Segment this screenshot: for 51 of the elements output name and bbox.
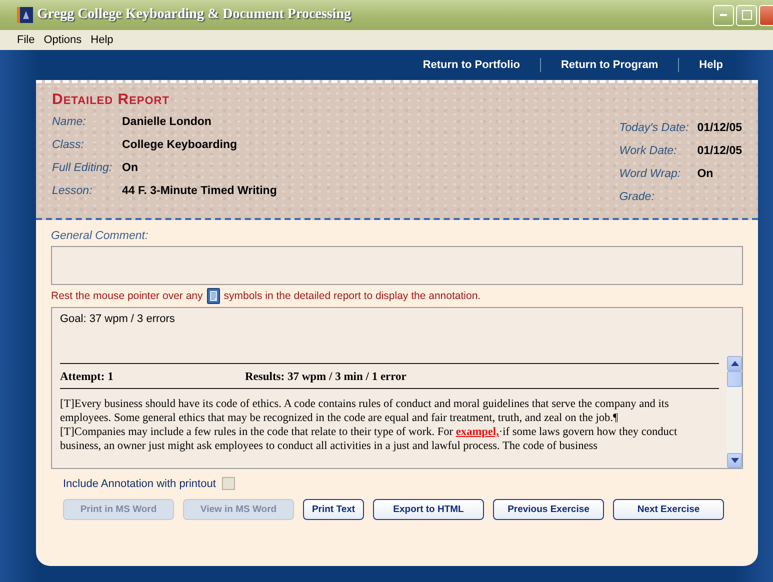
nav-link[interactable]: Return to Program — [540, 59, 678, 71]
goal-text: Goal: 37 wpm / 3 errors — [60, 313, 176, 327]
field-value: College Keyboarding — [122, 139, 238, 151]
action-button[interactable]: Previous Exercise — [493, 499, 604, 520]
maximize-icon — [742, 10, 752, 20]
scroll-up-button[interactable] — [727, 356, 742, 371]
action-button[interactable]: Print Text — [303, 499, 364, 520]
field-value: Danielle London — [122, 116, 212, 128]
field-label: Lesson: — [52, 185, 94, 197]
scroll-thumb[interactable] — [727, 371, 742, 387]
attempt-text: Attempt: 1 — [60, 371, 114, 383]
checkbox-label: Include Annotation with printout — [63, 478, 216, 490]
field-value: On — [122, 162, 138, 174]
hint-text: symbols in the detailed report to display the annotation. — [224, 290, 481, 302]
field-value: On — [697, 168, 714, 180]
hint-text: Rest the mouse pointer over any — [51, 290, 203, 302]
field-value: 01/12/05 — [697, 122, 742, 134]
scrollbar[interactable] — [727, 356, 742, 468]
down-arrow-icon — [730, 458, 738, 463]
action-button[interactable]: Export to HTML — [373, 499, 484, 520]
up-arrow-icon — [730, 361, 738, 366]
field-label: Grade: — [619, 191, 656, 203]
minimize-button[interactable] — [713, 4, 734, 26]
maximize-button[interactable] — [736, 4, 757, 26]
report-title: Detailed Report — [52, 91, 170, 108]
app-icon — [17, 7, 33, 23]
field-label: General Comment: — [51, 230, 150, 242]
close-button[interactable] — [759, 4, 773, 26]
field-label: Today's Date: — [619, 122, 690, 134]
menu-item[interactable]: File — [14, 34, 38, 46]
typed-paragraph: [T]Every business should have its code of ethics. A code contains rules of conduct and moral guidelines that serve the company and its employees. Some general ethics that may be recognized in the code are equal and fair treatment, truth, and zeal on the job.¶ — [60, 397, 670, 425]
menu-item[interactable]: Help — [88, 34, 116, 46]
results-text: Results: 37 wpm / 3 min / 1 error — [245, 371, 406, 383]
window-title: Gregg College Keyboarding & Document Processing — [37, 7, 352, 23]
field-label: Work Date: — [619, 145, 678, 157]
field-value: 01/12/05 — [697, 145, 742, 157]
typed-paragraph: [T]Companies may include a few rules in the code that relate to their type of work. For exampel,·if some laws govern how they conduct business, an owner just might ask employees to conduct all activities in a just and lawful process. The code of business — [60, 425, 678, 453]
nav-link[interactable]: Return to Portfolio — [402, 59, 540, 71]
field-value: 44 F. 3-Minute Timed Writing — [122, 185, 277, 197]
minimize-icon — [720, 14, 727, 16]
nav-link[interactable]: Help — [679, 59, 743, 71]
action-button[interactable]: Next Exercise — [613, 499, 724, 520]
menu-item[interactable]: Options — [40, 34, 85, 46]
note-icon — [206, 288, 220, 304]
field-label: Word Wrap: — [619, 168, 682, 180]
comment-field[interactable] — [51, 246, 743, 285]
field-label: Class: — [52, 139, 85, 151]
error-word: exampel, — [456, 426, 499, 438]
field-label: Full Editing: — [52, 162, 114, 174]
field-label: Name: — [52, 116, 87, 128]
scroll-down-button[interactable] — [727, 453, 742, 468]
